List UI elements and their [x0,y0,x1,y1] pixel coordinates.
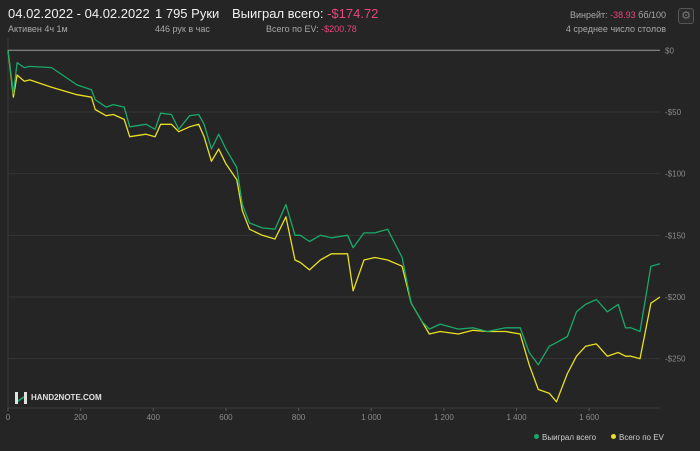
legend-item-won[interactable]: Выиграл всего [534,433,596,442]
x-axis-ticks: 0 200 400 600 800 1 000 1 200 1 400 1 600 [6,408,600,422]
logo-text: HAND2NOTE.COM [31,393,102,403]
hand2note-logo-icon [15,391,27,404]
grid [7,38,660,409]
logo: HAND2NOTE.COM [14,389,102,407]
x-tick-label: 0 [6,413,11,422]
legend-label-won: Выиграл всего [542,433,597,442]
graph-chart: $0 -$50 -$100 -$150 -$200 -$250 0 200 400 600 800… [6,38,686,422]
y-tick-label: -$200 [665,293,686,302]
legend-label-ev: Всего по EV [619,433,664,442]
y-tick-label: -$150 [665,231,686,240]
x-tick-label: 400 [147,413,161,422]
x-tick-label: 1 600 [579,413,600,422]
y-tick-label: $0 [665,46,674,55]
legend-item-ev[interactable]: Всего по EV [611,433,664,442]
y-tick-label: -$250 [665,355,686,364]
x-tick-label: 800 [292,413,306,422]
legend-dot-ev [611,434,616,439]
y-tick-label: -$50 [665,108,682,117]
legend-dot-won [534,434,539,439]
series-lines [7,50,661,403]
x-tick-label: 1 200 [434,413,455,422]
x-tick-label: 1 000 [361,413,382,422]
series-line-won [7,50,661,366]
y-tick-label: -$100 [665,170,686,179]
x-tick-label: 1 400 [507,413,528,422]
series-line-ev [7,50,661,403]
y-axis-ticks: $0 -$50 -$100 -$150 -$200 -$250 [665,46,686,363]
x-tick-label: 600 [219,413,233,422]
x-tick-label: 200 [74,413,88,422]
